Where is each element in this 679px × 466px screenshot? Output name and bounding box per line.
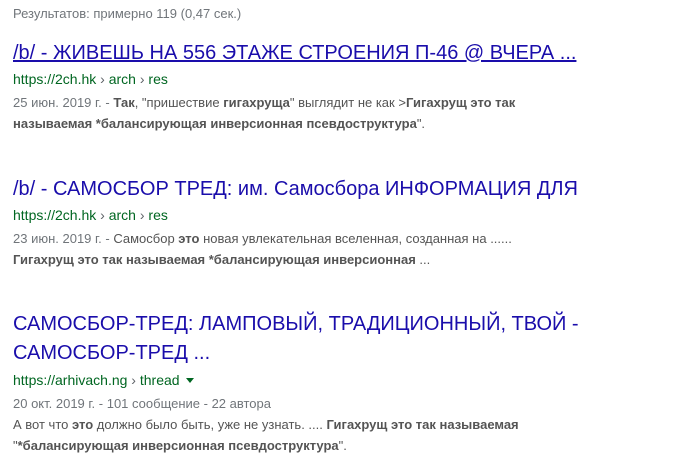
snippet-bold: Гигахрущ это так называемая — [326, 417, 519, 432]
result-title-link[interactable]: /b/ - ЖИВЕШЬ НА 556 ЭТАЖЕ СТРОЕНИЯ П-46 … — [13, 40, 673, 67]
result-stats: Результатов: примерно 119 (0,47 сек.) — [13, 6, 242, 21]
snippet-text: , "пришествие — [134, 95, 224, 110]
url-path: res — [148, 71, 168, 87]
breadcrumb-separator: › — [100, 71, 105, 87]
result-url[interactable]: https://arhivach.ng › thread — [13, 370, 673, 390]
url-base: https://2ch.hk — [13, 207, 97, 223]
snippet-bold: *балансирующая инверсионная псевдострукт… — [17, 438, 339, 453]
search-result: /b/ - САМОСБОР ТРЕД: им. Самосбора ИНФОР… — [13, 176, 673, 270]
snippet-bold: гигахруща — [223, 95, 290, 110]
result-title-link[interactable]: /b/ - САМОСБОР ТРЕД: им. Самосбора ИНФОР… — [13, 176, 673, 203]
search-result: САМОСБОР-ТРЕД: ЛАМПОВЫЙ, ТРАДИЦИОННЫЙ, Т… — [13, 310, 673, 456]
snippet-text: А вот что — [13, 417, 72, 432]
url-path: arch — [108, 207, 136, 223]
result-snippet: 20 окт. 2019 г. - 101 сообщение - 22 авт… — [13, 393, 673, 456]
url-base: https://2ch.hk — [13, 71, 97, 87]
snippet-text: ". — [416, 116, 426, 131]
breadcrumb-separator: › — [139, 207, 145, 223]
result-date: 23 июн. 2019 г. - — [13, 231, 114, 246]
result-snippet: 25 июн. 2019 г. - Так, "пришествие гигах… — [13, 92, 673, 134]
snippet-bold: называемая *балансирующая инверсионная п… — [13, 116, 417, 131]
url-base: https://arhivach.ng — [13, 372, 128, 388]
url-path: arch — [108, 71, 136, 87]
snippet-text: Самосбор — [113, 231, 179, 246]
breadcrumb-separator: › — [139, 71, 145, 87]
result-url[interactable]: https://2ch.hk › arch › res — [13, 205, 673, 225]
result-snippet: 23 июн. 2019 г. - Самосбор это новая увл… — [13, 228, 673, 270]
snippet-text: ... — [415, 252, 431, 267]
result-title-link[interactable]: САМОСБОР-ТРЕД: ЛАМПОВЫЙ, ТРАДИЦИОННЫЙ, Т… — [13, 310, 653, 368]
snippet-bold: Так — [113, 95, 135, 110]
search-results-page: Результатов: примерно 119 (0,47 сек.) /b… — [0, 0, 679, 466]
snippet-bold: это — [178, 231, 200, 246]
url-path: res — [148, 207, 168, 223]
snippet-text: " выглядит не как > — [289, 95, 406, 110]
snippet-text: должно было быть, уже не узнать. .... — [93, 417, 327, 432]
result-date: 25 июн. 2019 г. - — [13, 95, 114, 110]
snippet-text: новая увлекательная вселенная, созданная… — [199, 231, 512, 246]
result-meta: 20 окт. 2019 г. - 101 сообщение - 22 авт… — [13, 396, 272, 411]
result-url[interactable]: https://2ch.hk › arch › res — [13, 69, 673, 89]
breadcrumb-separator: › — [131, 372, 136, 388]
snippet-text: ". — [338, 438, 347, 453]
snippet-bold: Гигахрущ это так называемая *балансирующ… — [13, 252, 416, 267]
search-result: /b/ - ЖИВЕШЬ НА 556 ЭТАЖЕ СТРОЕНИЯ П-46 … — [13, 40, 673, 134]
breadcrumb-separator: › — [100, 207, 105, 223]
snippet-bold: это — [71, 417, 94, 432]
dropdown-arrow-icon[interactable] — [185, 377, 194, 383]
url-path: thread — [139, 372, 180, 388]
snippet-bold: Гигахрущ это так — [405, 95, 516, 110]
